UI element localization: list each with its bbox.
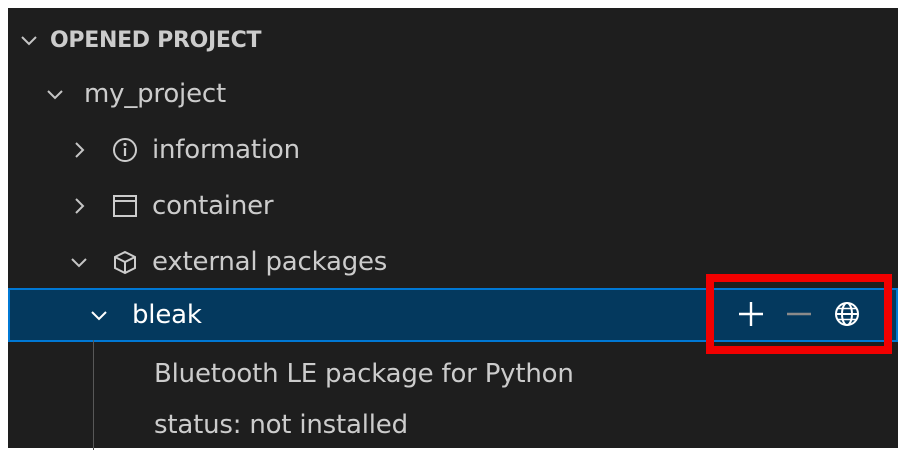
chevron-down-icon [68, 251, 90, 273]
add-icon[interactable] [734, 297, 768, 331]
tree-item-status[interactable]: status: not installed [8, 400, 898, 450]
package-icon [110, 247, 140, 277]
tree-item-label: bleak [132, 300, 202, 330]
tree-item-label: external packages [152, 247, 388, 277]
chevron-down-icon [18, 29, 40, 51]
tree-item-my-project[interactable]: my_project [8, 66, 898, 122]
tree-item-label: my_project [84, 79, 226, 109]
chevron-right-icon [68, 195, 90, 217]
package-actions-highlight [706, 274, 892, 354]
tree-item-description[interactable]: Bluetooth LE package for Python [8, 346, 898, 402]
section-header-opened-project[interactable]: OPENED PROJECT [8, 12, 898, 68]
package-description: Bluetooth LE package for Python [154, 359, 574, 389]
chevron-right-icon [68, 139, 90, 161]
window-icon [110, 191, 140, 221]
info-icon [110, 135, 140, 165]
tree-item-label: container [152, 191, 274, 221]
explorer-panel: OPENED PROJECT my_project information co… [8, 8, 898, 450]
chevron-down-icon [44, 83, 66, 105]
tree-item-container[interactable]: container [8, 178, 898, 234]
package-status: status: not installed [154, 410, 408, 440]
section-title: OPENED PROJECT [50, 27, 262, 53]
globe-icon[interactable] [830, 297, 864, 331]
remove-icon[interactable] [782, 297, 816, 331]
tree-item-information[interactable]: information [8, 122, 898, 178]
tree-item-label: information [152, 135, 300, 165]
chevron-down-icon [88, 304, 110, 326]
